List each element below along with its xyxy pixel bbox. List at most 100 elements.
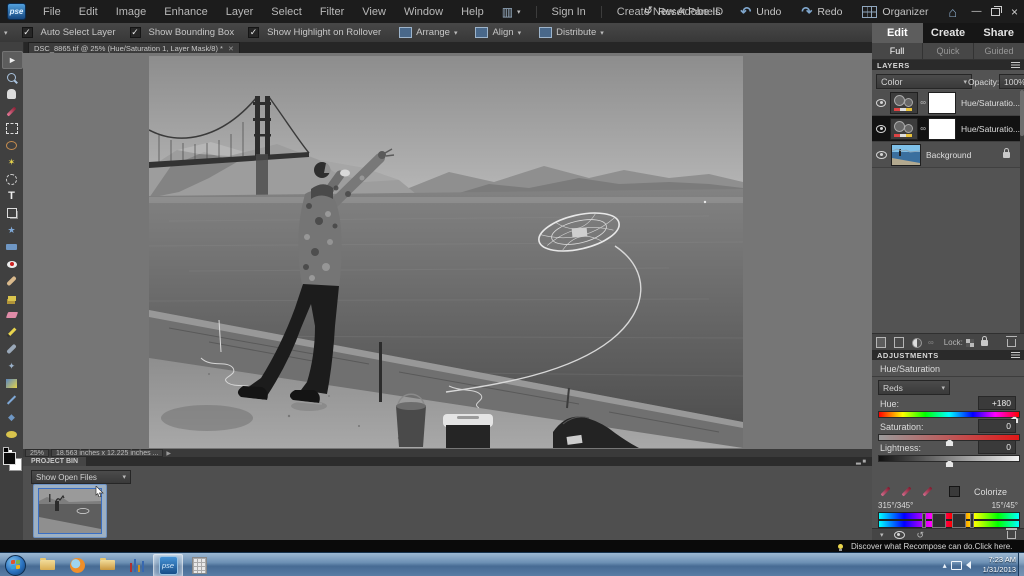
quick-selection-tool[interactable]: [2, 171, 21, 187]
layer-row-hue-saturation-1[interactable]: ∞ Hue/Saturatio...: [872, 116, 1020, 142]
background-layer-thumbnail[interactable]: [891, 143, 921, 166]
type-tool[interactable]: T: [2, 188, 21, 204]
link-layers-icon[interactable]: ∞: [928, 338, 934, 347]
saturation-value[interactable]: 0: [978, 419, 1016, 433]
layer-name[interactable]: Hue/Saturatio...: [961, 98, 1020, 108]
show-highlight-checkbox[interactable]: ✓: [248, 27, 260, 38]
tray-expand-icon[interactable]: ▴: [943, 561, 947, 570]
menu-image[interactable]: Image: [107, 0, 156, 23]
new-adjustment-layer-icon[interactable]: [912, 337, 922, 348]
saturation-slider-thumb[interactable]: [945, 439, 954, 447]
auto-select-layer-checkbox[interactable]: ✓: [21, 27, 33, 38]
menu-select[interactable]: Select: [262, 0, 311, 23]
sample-eyedropper-icon[interactable]: [880, 486, 891, 497]
hue-value[interactable]: +180: [978, 396, 1016, 410]
undo-button[interactable]: ↶ Undo: [730, 0, 791, 23]
project-bin-tab[interactable]: PROJECT BIN: [23, 457, 87, 466]
layers-panel-header[interactable]: LAYERS: [872, 60, 1024, 70]
clone-stamp-tool[interactable]: [2, 290, 21, 306]
reset-adjustment-icon[interactable]: ↺: [917, 530, 925, 541]
tab-edit[interactable]: Edit: [872, 23, 923, 43]
eraser-tool[interactable]: [2, 307, 21, 323]
volume-icon[interactable]: [965, 561, 971, 569]
subtab-quick[interactable]: Quick: [923, 43, 974, 59]
panel-menu-icon[interactable]: [1011, 352, 1020, 358]
layer-mask-thumbnail[interactable]: [928, 117, 956, 140]
delete-layer-icon[interactable]: [1006, 335, 1017, 347]
minimize-button[interactable]: —: [969, 5, 984, 18]
marquee-tool[interactable]: [2, 120, 21, 136]
show-desktop-button[interactable]: [1018, 553, 1024, 576]
open-file-thumbnail[interactable]: [33, 484, 107, 538]
subtab-full[interactable]: Full: [872, 43, 923, 59]
menu-window[interactable]: Window: [395, 0, 452, 23]
layer-row-background[interactable]: Background: [872, 142, 1020, 168]
range-edge-right[interactable]: [970, 513, 974, 528]
layers-scrollbar[interactable]: [1020, 90, 1024, 333]
brush-tool[interactable]: [2, 341, 21, 357]
gradient-tool[interactable]: [2, 375, 21, 391]
range-handle-right[interactable]: [952, 513, 966, 528]
spot-healing-brush-tool[interactable]: [2, 273, 21, 289]
range-edge-left[interactable]: [922, 513, 926, 528]
workspace-switcher[interactable]: ▥ ▾: [493, 0, 530, 23]
smart-brush-tool[interactable]: ✦: [2, 358, 21, 374]
adjustments-panel-header[interactable]: ADJUSTMENTS: [872, 350, 1024, 360]
photo[interactable]: [148, 56, 744, 449]
taskbar-firefox-button[interactable]: [63, 555, 91, 576]
menu-help[interactable]: Help: [452, 0, 493, 23]
channel-dropdown[interactable]: Reds ▾: [878, 380, 950, 395]
magic-wand-tool[interactable]: ✶: [2, 154, 21, 170]
taskbar-media-button[interactable]: [123, 555, 151, 576]
blur-tool[interactable]: ◆: [2, 409, 21, 425]
add-to-sample-eyedropper-icon[interactable]: [901, 486, 912, 497]
canvas-area[interactable]: [23, 53, 872, 449]
layer-name[interactable]: Hue/Saturatio...: [961, 124, 1020, 134]
redo-button[interactable]: ↷ Redo: [791, 0, 852, 23]
shape-tool[interactable]: [2, 392, 21, 408]
zoom-tool[interactable]: [2, 69, 21, 85]
zoom-level[interactable]: 25%: [25, 449, 50, 457]
delete-adjustment-icon[interactable]: [1006, 528, 1017, 539]
pencil-tool[interactable]: [2, 324, 21, 340]
new-group-icon[interactable]: [894, 337, 904, 348]
menu-filter[interactable]: Filter: [311, 0, 353, 23]
menu-enhance[interactable]: Enhance: [155, 0, 216, 23]
sponge-tool[interactable]: [2, 426, 21, 442]
bin-filter-dropdown[interactable]: Show Open Files ▾: [31, 470, 131, 484]
notification-text[interactable]: Discover what Recompose can do.Click her…: [851, 542, 1012, 551]
menu-file[interactable]: File: [34, 0, 70, 23]
options-collapse-icon[interactable]: ▾: [4, 29, 8, 37]
sign-in-link[interactable]: Sign In: [543, 0, 595, 23]
range-handle-left[interactable]: [932, 513, 946, 528]
menu-edit[interactable]: Edit: [70, 0, 107, 23]
arrange-dropdown[interactable]: Arrange ▾: [399, 27, 457, 38]
cookie-cutter-tool[interactable]: ★: [2, 222, 21, 238]
toggle-visibility-icon[interactable]: [893, 531, 905, 539]
layer-mask-thumbnail[interactable]: [928, 91, 956, 114]
restore-button[interactable]: [988, 5, 1003, 18]
color-swatches[interactable]: [3, 447, 22, 471]
move-tool[interactable]: ►: [2, 51, 23, 69]
lasso-tool[interactable]: [2, 137, 21, 153]
tab-share[interactable]: Share: [973, 23, 1024, 43]
layer-row-hue-saturation-2[interactable]: ∞ Hue/Saturatio...: [872, 90, 1020, 116]
menu-layer[interactable]: Layer: [217, 0, 263, 23]
crop-tool[interactable]: [2, 205, 21, 221]
tab-create[interactable]: Create: [923, 23, 974, 43]
lightness-value[interactable]: 0: [978, 440, 1016, 454]
colorize-checkbox[interactable]: [949, 486, 960, 497]
reset-panels-button[interactable]: ↺ Reset Panels: [634, 0, 731, 23]
taskbar-explorer-button[interactable]: [33, 555, 61, 576]
lightness-slider[interactable]: [878, 455, 1020, 468]
layer-name[interactable]: Background: [926, 150, 971, 160]
blend-mode-dropdown[interactable]: Color ▾: [876, 74, 972, 89]
straighten-tool[interactable]: [2, 239, 21, 255]
organizer-button[interactable]: Organizer: [852, 0, 938, 23]
taskbar-pictures-button[interactable]: [93, 555, 121, 576]
recompose-tip[interactable]: Discover what Recompose can do.Click her…: [838, 542, 1012, 551]
adjustment-layer-thumbnail[interactable]: [890, 91, 919, 114]
home-button[interactable]: ⌂: [939, 0, 967, 23]
taskbar-clock[interactable]: 7:23 AM 1/31/2013: [983, 555, 1016, 575]
subtab-guided[interactable]: Guided: [974, 43, 1024, 59]
